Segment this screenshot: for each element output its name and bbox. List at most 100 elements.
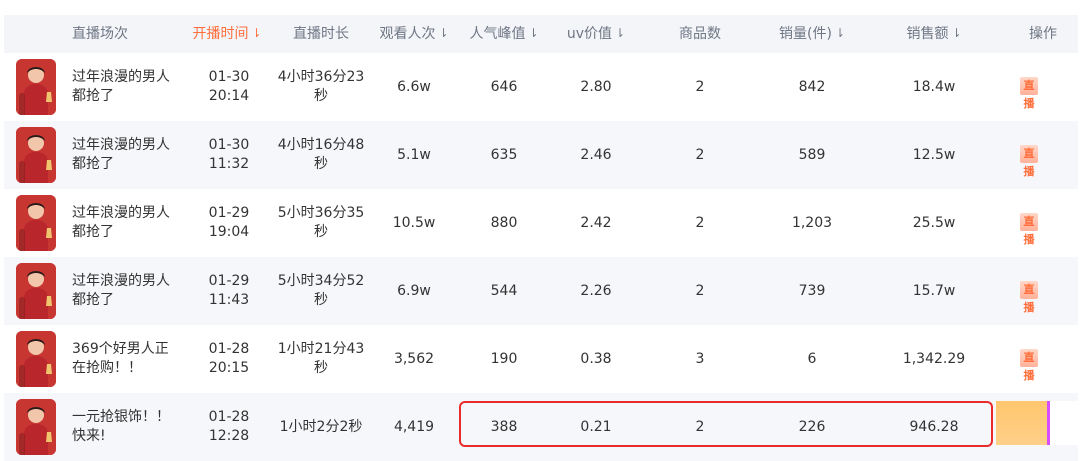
sales-volume: 1,203 — [791, 214, 833, 231]
duration-line: 5小时36分35 — [277, 205, 365, 221]
duration-line: 秒 — [313, 88, 328, 104]
start-date: 01-29 — [208, 205, 250, 221]
session-title-line: 过年浪漫的男人 — [72, 205, 170, 221]
session-title-line: 都抢了 — [72, 156, 114, 172]
start-time: 01-30 11:32 — [190, 121, 268, 189]
column-header-start-time[interactable]: 开播时间 ⇂ — [188, 15, 266, 53]
column-header-label: 观看人次 — [379, 26, 436, 42]
uv-value: 2.42 — [580, 214, 612, 231]
live-action-button[interactable]: 直播 — [1020, 77, 1038, 110]
table-row[interactable]: 过年浪漫的男人 都抢了 01-30 11:32 4小时16分48 秒 5.1w … — [4, 121, 1078, 189]
start-date: 01-30 — [208, 137, 250, 153]
product-count: 2 — [695, 146, 705, 163]
duration-line: 秒 — [313, 224, 328, 240]
table-row[interactable]: 过年浪漫的男人 都抢了 01-29 11:43 5小时34分52 秒 6.9w … — [4, 257, 1078, 325]
sort-icon[interactable]: ⇂ — [615, 14, 625, 52]
start-clock: 11:43 — [208, 292, 250, 308]
start-time: 01-28 12:28 — [190, 393, 268, 461]
selection-highlight — [459, 401, 993, 447]
duration-line: 4小时36分23 — [277, 69, 365, 85]
session-title[interactable]: 过年浪漫的男人 都抢了 — [72, 189, 190, 257]
duration-line: 1小时2分2秒 — [279, 418, 363, 435]
sort-icon[interactable]: ⇂ — [835, 14, 845, 52]
peak: 635 — [490, 146, 518, 163]
column-header-label: 销量(件) — [779, 26, 832, 42]
column-header-actions: 操作 — [1020, 15, 1066, 53]
column-header-views[interactable]: 观看人次 ⇂ — [372, 15, 456, 53]
action-highlight — [996, 401, 1050, 445]
session-title-line: 在抢购！！ — [72, 360, 142, 376]
duration: 5小时34分52 秒 — [270, 257, 372, 325]
live-thumbnail[interactable] — [16, 195, 56, 251]
live-thumbnail[interactable] — [16, 331, 56, 387]
sales-volume: 589 — [798, 146, 826, 163]
sort-icon[interactable]: ⇂ — [528, 14, 538, 52]
right-edge-blank — [1050, 401, 1078, 445]
revenue: 18.4w — [912, 78, 956, 95]
duration: 1小时21分43 秒 — [270, 325, 372, 393]
uv-value: 2.46 — [580, 146, 612, 163]
column-header-uv[interactable]: uv价值 ⇂ — [552, 15, 640, 53]
column-header-products: 商品数 — [660, 15, 740, 53]
session-title[interactable]: 一元抢银饰！！ 快来! — [72, 393, 190, 461]
sales-volume: 739 — [798, 282, 826, 299]
start-time: 01-30 20:14 — [190, 53, 268, 121]
column-header-duration: 直播时长 — [270, 15, 372, 53]
duration-line: 秒 — [313, 360, 328, 376]
column-header-sales[interactable]: 销量(件) ⇂ — [760, 15, 864, 53]
sort-icon[interactable]: ⇂ — [951, 14, 961, 52]
live-action-button[interactable]: 直播 — [1020, 145, 1038, 178]
live-thumbnail[interactable] — [16, 127, 56, 183]
uv-value: 0.38 — [580, 350, 612, 367]
table-row[interactable]: 369个好男人正 在抢购！！ 01-28 20:15 1小时21分43 秒 3,… — [4, 325, 1078, 393]
session-title[interactable]: 过年浪漫的男人 都抢了 — [72, 53, 190, 121]
duration: 4小时36分23 秒 — [270, 53, 372, 121]
session-title-line: 快来! — [72, 428, 106, 444]
duration-line: 5小时34分52 — [277, 273, 365, 289]
start-clock: 20:14 — [208, 88, 250, 104]
column-header-label: 商品数 — [679, 26, 721, 42]
sort-icon[interactable]: ⇂ — [251, 14, 261, 52]
column-header-session: 直播场次 — [44, 15, 156, 53]
views: 6.9w — [397, 282, 431, 299]
live-action-button[interactable]: 直播 — [1020, 281, 1038, 314]
peak: 880 — [490, 214, 518, 231]
session-title[interactable]: 过年浪漫的男人 都抢了 — [72, 121, 190, 189]
session-title-line: 过年浪漫的男人 — [72, 273, 170, 289]
live-action-button[interactable]: 直播 — [1020, 349, 1038, 382]
table-row[interactable]: 过年浪漫的男人 都抢了 01-30 20:14 4小时36分23 秒 6.6w … — [4, 53, 1078, 121]
column-header-label: 直播场次 — [72, 26, 128, 42]
column-header-label: 人气峰值 — [469, 26, 526, 42]
revenue: 25.5w — [912, 214, 956, 231]
sales-volume: 6 — [807, 350, 817, 367]
session-title[interactable]: 过年浪漫的男人 都抢了 — [72, 257, 190, 325]
revenue: 15.7w — [912, 282, 956, 299]
live-action-button[interactable]: 直播 — [1020, 213, 1038, 246]
column-header-revenue[interactable]: 销售额 ⇂ — [884, 15, 984, 53]
views: 3,562 — [393, 350, 435, 367]
live-thumbnail[interactable] — [16, 399, 56, 455]
duration-line: 4小时16分48 — [277, 137, 365, 153]
column-header-label: 销售额 — [906, 26, 949, 42]
column-header-label: 开播时间 — [192, 26, 249, 42]
views: 10.5w — [392, 214, 436, 231]
duration: 5小时36分35 秒 — [270, 189, 372, 257]
duration-line: 1小时21分43 — [277, 341, 365, 357]
sort-icon[interactable]: ⇂ — [438, 14, 448, 52]
start-clock: 12:28 — [208, 428, 250, 444]
session-title-line: 都抢了 — [72, 88, 114, 104]
column-header-label: uv价值 — [566, 26, 613, 42]
session-title[interactable]: 369个好男人正 在抢购！！ — [72, 325, 190, 393]
table-row[interactable]: 过年浪漫的男人 都抢了 01-29 19:04 5小时36分35 秒 10.5w… — [4, 189, 1078, 257]
column-header-label: 操作 — [1029, 26, 1057, 42]
views: 4,419 — [393, 418, 435, 435]
session-title-line: 过年浪漫的男人 — [72, 137, 170, 153]
start-clock: 19:04 — [208, 224, 250, 240]
live-thumbnail[interactable] — [16, 263, 56, 319]
start-date: 01-28 — [208, 409, 250, 425]
live-thumbnail[interactable] — [16, 59, 56, 115]
views: 6.6w — [397, 78, 431, 95]
session-title-line: 过年浪漫的男人 — [72, 69, 170, 85]
column-header-peak[interactable]: 人气峰值 ⇂ — [460, 15, 548, 53]
product-count: 2 — [695, 282, 705, 299]
